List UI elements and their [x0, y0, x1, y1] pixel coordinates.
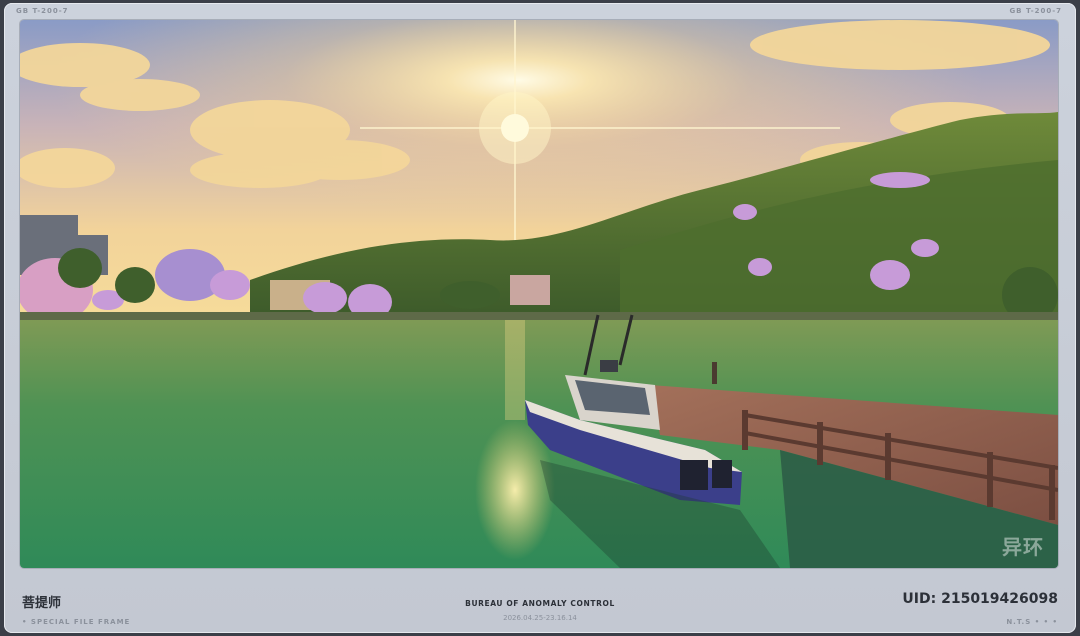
player-uid: UID: 215019426098	[902, 591, 1058, 607]
game-logo-watermark: 异环	[1002, 535, 1044, 559]
frame-scale-label: N.T.S • • •	[1006, 618, 1058, 626]
capture-timestamp: 2026.04.25-23.16.14	[503, 614, 577, 622]
lake-scene	[20, 20, 1058, 568]
frame-code-right: GB T-200-7	[1009, 7, 1062, 15]
game-screenshot: 异环	[20, 20, 1058, 568]
frame-code-left: GB T-200-7	[16, 7, 69, 15]
